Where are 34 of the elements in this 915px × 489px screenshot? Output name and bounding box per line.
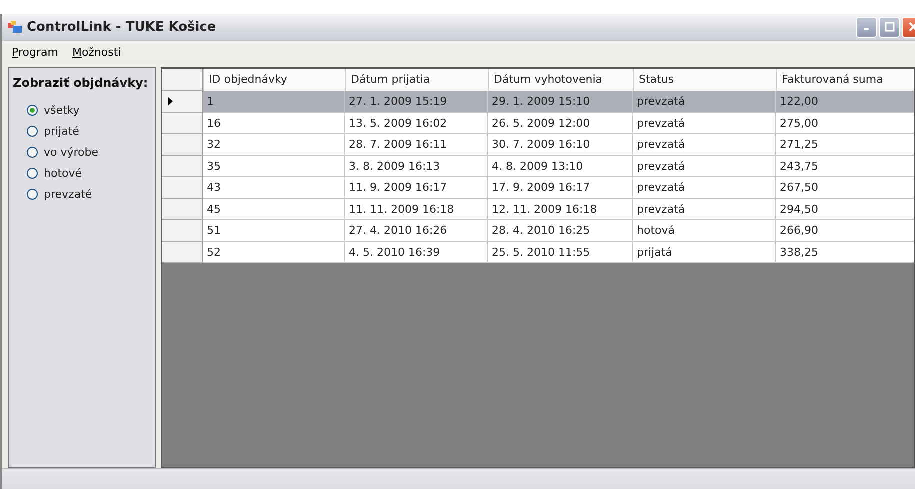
- table-cell: 52: [203, 242, 345, 263]
- close-icon: [908, 22, 915, 32]
- radio-button[interactable]: [27, 147, 38, 158]
- radio-label[interactable]: prevzaté: [44, 188, 92, 201]
- filter-title: Zobraziť objdnávky:: [13, 76, 150, 90]
- menu-item[interactable]: Program: [12, 46, 58, 58]
- table-cell: 25. 5. 2010 11:55: [488, 242, 633, 263]
- radio-label[interactable]: vo výrobe: [44, 146, 99, 159]
- maximize-icon: [884, 22, 894, 32]
- minimize-button[interactable]: [856, 16, 877, 38]
- radio-label[interactable]: prijaté: [44, 125, 80, 138]
- menu-item[interactable]: Možnosti: [72, 46, 122, 58]
- table-row[interactable]: 43 11. 9. 2009 16:17 17. 9. 2009 16:17 prevzatá 267,50: [162, 177, 914, 198]
- radio-label[interactable]: všetky: [44, 104, 80, 117]
- radio-button[interactable]: [27, 126, 38, 137]
- row-header[interactable]: [162, 91, 203, 112]
- current-row-icon: [168, 96, 173, 106]
- table-cell: prijatá: [633, 242, 776, 263]
- maximize-button[interactable]: [879, 16, 900, 38]
- table-row[interactable]: 52 4. 5. 2010 16:39 25. 5. 2010 11:55 prijatá 338,25: [162, 242, 914, 263]
- table-row[interactable]: 45 11. 11. 2009 16:18 12. 11. 2009 16:18 prevzatá 294,50: [162, 198, 914, 220]
- radio-button[interactable]: [27, 189, 38, 200]
- radio-label[interactable]: hotové: [44, 167, 82, 180]
- table-row[interactable]: 35 3. 8. 2009 16:13 4. 8. 2009 13:10 prevzatá 243,75: [162, 156, 914, 177]
- table-cell: 338,25: [776, 242, 914, 263]
- window-title: ControlLink - TUKE Košice: [27, 20, 216, 34]
- radio-button[interactable]: [27, 168, 38, 179]
- app-icon: [8, 21, 22, 33]
- table-row[interactable]: 16 13. 5. 2009 16:02 26. 5. 2009 12:00 prevzatá 275,00: [162, 112, 914, 134]
- table-row[interactable]: 32 28. 7. 2009 16:11 30. 7. 2009 16:10 prevzatá 271,25: [162, 134, 914, 156]
- table-row[interactable]: 51 27. 4. 2010 16:26 28. 4. 2010 16:25 hotová 266,90: [162, 220, 914, 242]
- table-cell: 4. 5. 2010 16:39: [345, 242, 488, 263]
- radio-button[interactable]: [27, 105, 38, 116]
- table-row[interactable]: 1 27. 1. 2009 15:19 29. 1. 2009 15:10 prevzatá 122,00: [162, 91, 914, 112]
